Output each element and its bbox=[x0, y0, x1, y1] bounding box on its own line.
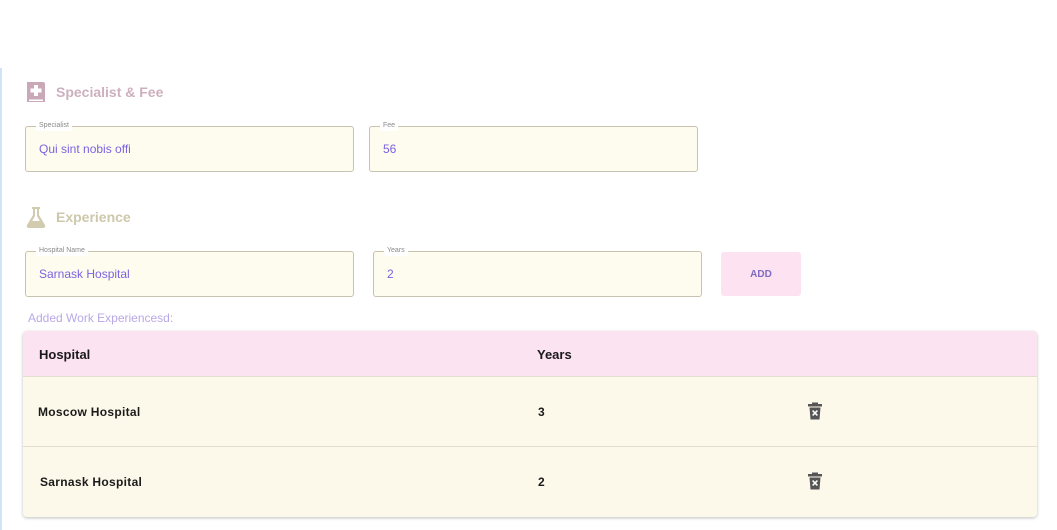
fee-field[interactable]: Fee bbox=[369, 121, 698, 172]
years-field[interactable]: Years bbox=[373, 246, 702, 297]
row-hospital: Moscow Hospital bbox=[38, 405, 141, 419]
delete-icon[interactable] bbox=[807, 402, 823, 420]
column-header-years: Years bbox=[537, 347, 572, 362]
years-input[interactable] bbox=[387, 252, 688, 296]
added-work-experience-label: Added Work Experiencesd: bbox=[28, 311, 174, 325]
experience-section-title: Experience bbox=[56, 209, 131, 225]
table-row: Sarnask Hospital 2 bbox=[23, 447, 1037, 516]
medical-book-icon bbox=[25, 80, 47, 104]
specialist-section-header: Specialist & Fee bbox=[25, 80, 163, 104]
hospital-name-input[interactable] bbox=[39, 252, 340, 296]
row-hospital: Sarnask Hospital bbox=[40, 475, 143, 489]
experience-table: Hospital Years Moscow Hospital 3 Sarnask… bbox=[23, 331, 1037, 517]
left-border bbox=[0, 68, 2, 530]
add-button[interactable]: ADD bbox=[721, 252, 801, 296]
hospital-name-field[interactable]: Hospital Name bbox=[25, 246, 354, 297]
specialist-field[interactable]: Specialist bbox=[25, 121, 354, 172]
row-years: 3 bbox=[538, 405, 545, 419]
specialist-section-title: Specialist & Fee bbox=[56, 84, 164, 100]
table-header: Hospital Years bbox=[23, 331, 1037, 377]
row-years: 2 bbox=[538, 475, 545, 489]
delete-icon[interactable] bbox=[807, 472, 823, 490]
column-header-hospital: Hospital bbox=[39, 347, 91, 362]
experience-section-header: Experience bbox=[25, 205, 131, 229]
fee-input[interactable] bbox=[383, 127, 684, 171]
flask-icon bbox=[25, 205, 47, 229]
specialist-input[interactable] bbox=[39, 127, 340, 171]
table-row: Moscow Hospital 3 bbox=[23, 377, 1037, 447]
